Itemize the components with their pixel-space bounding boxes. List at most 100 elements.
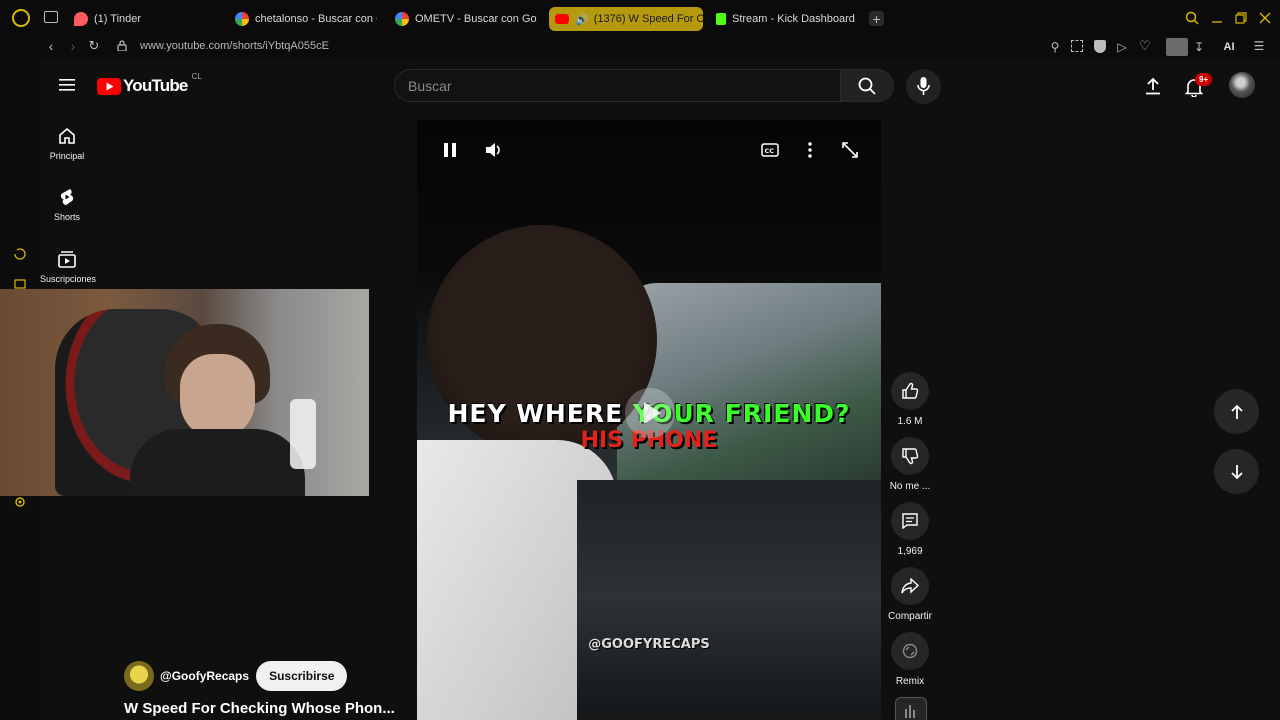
download-icon[interactable]: ↧ <box>1193 40 1205 54</box>
new-tab-icon[interactable]: + <box>869 11 884 27</box>
comments-button[interactable] <box>891 502 929 540</box>
extensions-icon[interactable] <box>12 274 28 290</box>
tab-overview-icon[interactable] <box>44 11 58 23</box>
channel-name[interactable]: @GoofyRecaps <box>160 669 249 683</box>
ai-button[interactable]: AI <box>1216 39 1242 54</box>
player-play-icon[interactable]: ▷ <box>1116 40 1128 54</box>
fullscreen-button[interactable] <box>837 137 863 163</box>
address-bar: ‹ › ↻ www.youtube.com/shorts/iYbtqA055cE… <box>0 36 1280 58</box>
nav-item-principal[interactable]: Principal <box>40 126 94 161</box>
create-upload-icon[interactable] <box>1142 75 1164 97</box>
remix-button[interactable] <box>891 632 929 670</box>
search-icon <box>858 77 876 95</box>
tab-tinder[interactable]: (1) Tinder <box>74 7 224 31</box>
webcam-person-body <box>130 429 305 496</box>
menu-icon[interactable]: ☰ <box>1253 39 1265 53</box>
closed-captions-icon: CC <box>761 143 779 157</box>
video-scene-door <box>577 480 881 720</box>
share-button[interactable] <box>891 567 929 605</box>
url-field[interactable]: www.youtube.com/shorts/iYbtqA055cE <box>140 40 329 52</box>
account-avatar[interactable] <box>1229 72 1255 98</box>
microphone-icon <box>917 77 930 95</box>
pause-icon <box>444 143 456 157</box>
captions-button[interactable]: CC <box>757 137 783 163</box>
ai-label: AI <box>1223 40 1235 53</box>
comment-count: 1,969 <box>897 546 923 557</box>
snapshot-icon[interactable] <box>1071 40 1083 52</box>
youtube-logo[interactable]: YouTube CL <box>97 72 202 96</box>
comment-icon <box>902 513 918 530</box>
notifications-badge: 9+ <box>1195 73 1213 86</box>
caption-white-text: HEY WHERE <box>447 399 624 428</box>
channel-avatar[interactable] <box>124 661 154 691</box>
pause-button[interactable] <box>437 137 463 163</box>
restore-icon[interactable] <box>1233 10 1249 26</box>
speaker-icon[interactable]: 🔊 <box>575 13 589 26</box>
volume-button[interactable] <box>481 137 507 163</box>
tab-kick[interactable]: Stream - Kick Dashboard <box>716 7 866 31</box>
video-scene-window <box>617 283 881 483</box>
thumbs-up-icon <box>902 382 919 399</box>
youtube-play-logo-icon <box>97 77 121 95</box>
svg-text:CC: CC <box>765 147 775 155</box>
reload-icon[interactable]: ↻ <box>87 38 101 53</box>
video-title[interactable]: W Speed For Checking Whose Phon... <box>124 700 395 717</box>
previous-short-button[interactable] <box>1214 389 1259 434</box>
browser-tab-bar: (1) Tinder chetalonso - Buscar con G OME… <box>0 0 1280 36</box>
nav-label: Principal <box>49 151 85 161</box>
nav-item-subscriptions[interactable]: Suscripciones <box>40 249 97 284</box>
remix-icon <box>902 643 918 659</box>
search-button[interactable] <box>840 69 894 102</box>
search-tabs-icon[interactable] <box>1184 10 1200 26</box>
arrow-up-icon <box>1230 404 1243 419</box>
heart-icon[interactable]: ♡ <box>1138 38 1152 53</box>
tab-label: (1) Tinder <box>94 13 142 25</box>
tab-chetalonso[interactable]: chetalonso - Buscar con G <box>235 7 377 31</box>
profile-thumb-icon[interactable] <box>1166 38 1188 56</box>
settings-icon[interactable] <box>12 494 28 510</box>
more-vertical-icon <box>808 142 812 158</box>
dislike-label: No me ... <box>889 481 931 492</box>
tab-label: chetalonso - Buscar con G <box>255 13 377 25</box>
google-icon <box>395 12 409 26</box>
like-count: 1.6 M <box>897 416 923 427</box>
pin-icon[interactable]: ⚲ <box>1049 40 1061 54</box>
kick-icon <box>716 13 726 25</box>
dislike-button[interactable] <box>891 437 929 475</box>
tab-label: OMETV - Buscar con Goo <box>415 13 537 25</box>
tab-youtube-active[interactable]: 🔊 (1376) W Speed For Ch <box>549 7 703 31</box>
remix-label: Remix <box>895 676 925 687</box>
more-options-button[interactable] <box>797 137 823 163</box>
tab-ometv[interactable]: OMETV - Buscar con Goo <box>395 7 537 31</box>
history-icon[interactable] <box>12 246 28 262</box>
opera-logo-icon[interactable] <box>12 9 30 27</box>
search-input[interactable] <box>395 70 840 101</box>
voice-search-button[interactable] <box>906 69 941 104</box>
hamburger-menu-icon[interactable] <box>56 74 78 96</box>
tinder-icon <box>74 12 88 26</box>
next-short-button[interactable] <box>1214 449 1259 494</box>
share-label: Compartir <box>888 611 932 622</box>
nav-item-shorts[interactable]: Shorts <box>40 187 94 222</box>
webcam-person-face <box>180 354 255 439</box>
thumbs-down-icon <box>902 448 919 465</box>
channel-row: @GoofyRecaps Suscribirse <box>124 660 348 692</box>
like-button[interactable] <box>891 372 929 410</box>
nav-label: Suscripciones <box>40 274 97 284</box>
lock-icon[interactable] <box>117 40 127 51</box>
subscribe-button[interactable]: Suscribirse <box>256 661 348 691</box>
tab-label: Stream - Kick Dashboard <box>732 13 855 25</box>
expand-icon <box>842 142 858 158</box>
minimize-icon[interactable] <box>1209 10 1225 26</box>
share-icon <box>901 578 919 594</box>
forward-icon[interactable]: › <box>66 38 80 54</box>
youtube-wordmark: YouTube <box>123 76 188 95</box>
vpn-shield-icon[interactable] <box>1094 40 1106 53</box>
back-icon[interactable]: ‹ <box>44 38 58 54</box>
audio-wave-icon <box>905 705 915 718</box>
shorts-video-player[interactable]: CC HEY WHERE YOUR FRIEND? HIS PHONE @GOO… <box>417 120 881 720</box>
sound-thumbnail-button[interactable] <box>895 697 927 720</box>
video-watermark: @GOOFYRECAPS <box>588 637 710 652</box>
search-box <box>394 69 840 102</box>
close-icon[interactable] <box>1257 10 1273 26</box>
